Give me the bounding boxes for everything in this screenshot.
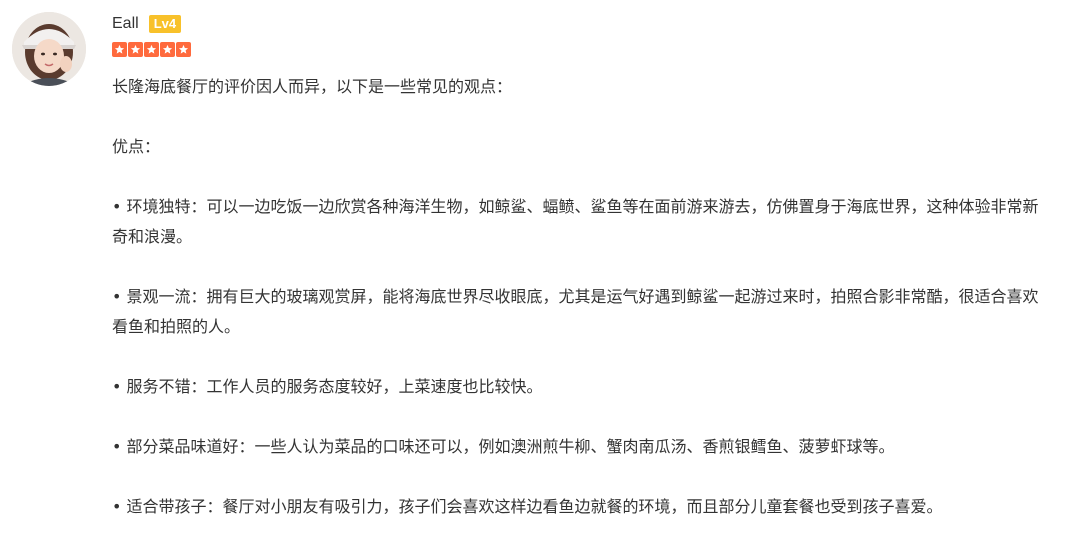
review-intro: 长隆海底餐厅的评价因人而异，以下是一些常见的观点：	[112, 77, 513, 96]
user-line: Eall Lv4	[112, 13, 182, 35]
avatar[interactable]	[12, 12, 86, 86]
review-point-service: • 服务不错：工作人员的服务态度较好，上菜速度也比较快。	[112, 377, 543, 396]
review-pros-heading: 优点：	[112, 137, 161, 156]
star-icon	[176, 42, 191, 57]
review-card: Eall Lv4 长隆海底餐厅的评价因人而异，以下是一些常见的观点： 优点： •…	[0, 0, 1080, 521]
review-point-kids: • 适合带孩子：餐厅对小朋友有吸引力，孩子们会喜欢这样边看鱼边就餐的环境，而且部…	[112, 497, 943, 516]
review-text: 长隆海底餐厅的评价因人而异，以下是一些常见的观点： 优点： • 环境独特：可以一…	[112, 72, 1052, 552]
star-icon	[144, 42, 159, 57]
star-rating	[112, 42, 191, 57]
avatar-photo	[12, 12, 86, 86]
star-icon	[112, 42, 127, 57]
star-icon	[160, 42, 175, 57]
level-badge: Lv4	[148, 15, 182, 33]
username[interactable]: Eall	[112, 13, 139, 35]
star-icon	[128, 42, 143, 57]
review-point-view: • 景观一流：拥有巨大的玻璃观赏屏，能将海底世界尽收眼底，尤其是运气好遇到鲸鲨一…	[112, 287, 1039, 336]
review-point-dishes: • 部分菜品味道好：一些人认为菜品的口味还可以，例如澳洲煎牛柳、蟹肉南瓜汤、香煎…	[112, 437, 895, 456]
review-point-environment: • 环境独特：可以一边吃饭一边欣赏各种海洋生物，如鲸鲨、蝠鲼、鲨鱼等在面前游来游…	[112, 197, 1039, 246]
